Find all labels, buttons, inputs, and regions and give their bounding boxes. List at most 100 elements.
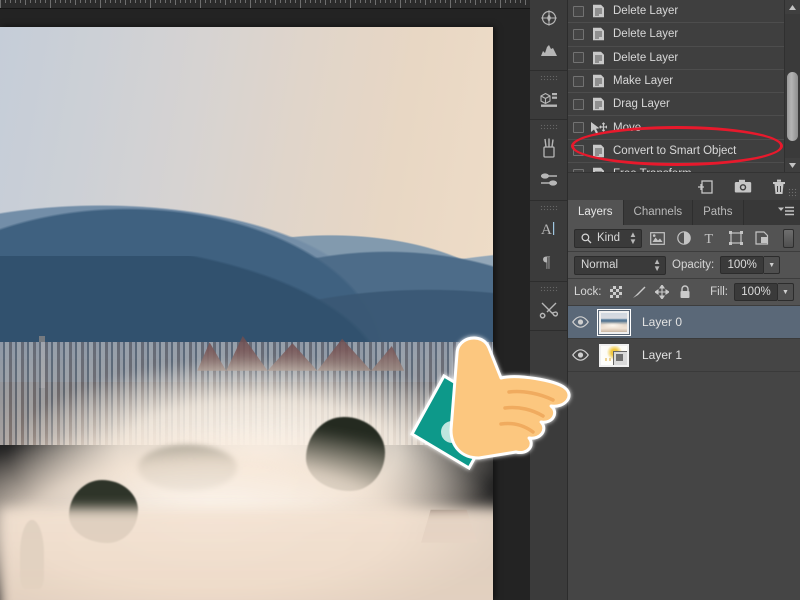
- history-state-row[interactable]: Drag Layer: [568, 93, 784, 116]
- fill-label: Fill:: [710, 286, 728, 298]
- panel-menu-icon[interactable]: [778, 206, 794, 218]
- history-state-checkbox[interactable]: [573, 122, 584, 133]
- history-state-list[interactable]: Delete LayerDelete LayerDelete LayerMake…: [568, 0, 784, 172]
- lock-transparent-pixels-icon[interactable]: [608, 286, 625, 298]
- panel-resize-grip[interactable]: [788, 188, 798, 198]
- filter-pixel-layers-icon[interactable]: [648, 232, 668, 245]
- history-state-row[interactable]: Free Transform: [568, 163, 784, 172]
- history-state-checkbox[interactable]: [573, 29, 584, 40]
- layer-row[interactable]: Layer 0: [568, 306, 800, 339]
- filter-adjustment-layers-icon[interactable]: [674, 231, 694, 245]
- document-icon: [588, 4, 608, 18]
- layer-list[interactable]: Layer 0 Layer 1: [568, 306, 800, 372]
- fill-value[interactable]: 100%: [734, 283, 778, 301]
- scroll-up-arrow-icon[interactable]: [785, 0, 800, 14]
- svg-text:A: A: [541, 222, 552, 238]
- layer-thumbnail-wrap[interactable]: [592, 344, 636, 367]
- dock-group-brushes: [530, 120, 567, 201]
- layer-filter-toggle[interactable]: [783, 229, 794, 248]
- pointing-hand-cursor: [405, 312, 580, 492]
- history-state-checkbox[interactable]: [573, 52, 584, 63]
- filter-type-layers-icon[interactable]: T: [700, 231, 720, 245]
- history-state-checkbox[interactable]: [573, 145, 584, 156]
- blend-mode-select[interactable]: Normal ▲▼: [574, 256, 666, 275]
- new-document-from-state-button[interactable]: [697, 179, 714, 195]
- dock-grip[interactable]: [540, 75, 558, 81]
- blend-mode-value: Normal: [581, 259, 618, 271]
- dock-grip[interactable]: [540, 205, 558, 211]
- history-state-row[interactable]: Convert to Smart Object: [568, 140, 784, 163]
- lock-label: Lock:: [574, 286, 602, 298]
- brushes-icon[interactable]: [530, 132, 568, 164]
- dock-group-navigator: [530, 0, 567, 71]
- history-state-label: Drag Layer: [613, 98, 670, 110]
- svg-text:T: T: [704, 232, 713, 245]
- layer-name-label: Layer 0: [642, 315, 682, 329]
- document-canvas-area[interactable]: [0, 0, 530, 600]
- opacity-value[interactable]: 100%: [720, 256, 764, 274]
- history-state-row[interactable]: Delete Layer: [568, 0, 784, 23]
- dock-group-type: A ¶: [530, 201, 567, 282]
- magnifier-icon: [581, 233, 592, 244]
- move-tool-icon: [588, 121, 608, 135]
- tab-paths[interactable]: Paths: [693, 200, 743, 225]
- history-state-label: Delete Layer: [613, 5, 678, 17]
- history-state-row[interactable]: Delete Layer: [568, 47, 784, 70]
- opacity-label: Opacity:: [672, 259, 714, 271]
- history-state-row[interactable]: Delete Layer: [568, 23, 784, 46]
- scrollbar-thumb[interactable]: [787, 72, 798, 141]
- history-state-label: Delete Layer: [613, 28, 678, 40]
- filter-shape-layers-icon[interactable]: [726, 231, 746, 245]
- history-state-checkbox[interactable]: [573, 6, 584, 17]
- layer-kind-select[interactable]: Kind ▲▼: [574, 229, 642, 248]
- character-icon[interactable]: A: [530, 213, 568, 245]
- history-state-checkbox[interactable]: [573, 99, 584, 110]
- stepper-arrows-icon[interactable]: ▲▼: [653, 258, 661, 272]
- paragraph-icon[interactable]: ¶: [530, 245, 568, 277]
- history-state-label: Move: [613, 122, 641, 134]
- fill-dropdown-arrow-icon[interactable]: ▼: [778, 283, 794, 301]
- dock-group-3d: [530, 71, 567, 120]
- document-icon: [588, 74, 608, 88]
- history-state-checkbox[interactable]: [573, 76, 584, 87]
- lock-image-pixels-icon[interactable]: [631, 286, 648, 299]
- dock-grip[interactable]: [540, 286, 558, 292]
- layer-kind-value: Kind: [597, 232, 620, 244]
- filter-smart-objects-icon[interactable]: [752, 231, 772, 245]
- svg-text:¶: ¶: [543, 254, 551, 270]
- smart-object-badge-icon: [613, 351, 628, 366]
- new-snapshot-button[interactable]: [734, 179, 752, 194]
- history-panel: Delete LayerDelete LayerDelete LayerMake…: [568, 0, 800, 200]
- scrollbar-track[interactable]: [785, 14, 800, 158]
- scroll-down-arrow-icon[interactable]: [785, 158, 800, 172]
- history-button-bar: [568, 172, 800, 200]
- lock-row: Lock: Fill: 100% ▼: [568, 279, 800, 306]
- image-fog-lower: [0, 508, 493, 600]
- layer-name-label: Layer 1: [642, 348, 682, 362]
- collapsed-panel-dock: A ¶: [530, 0, 568, 600]
- document-icon: [588, 97, 608, 111]
- lock-position-icon[interactable]: [654, 285, 671, 299]
- lock-all-icon[interactable]: [677, 285, 694, 299]
- photoshop-window: A ¶ Delete LayerDelete Laye: [0, 0, 800, 600]
- dock-grip[interactable]: [540, 124, 558, 130]
- layer-row[interactable]: Layer 1: [568, 339, 800, 372]
- layer-thumbnail[interactable]: [599, 344, 629, 367]
- history-state-row[interactable]: Make Layer: [568, 70, 784, 93]
- history-state-row[interactable]: Move: [568, 116, 784, 139]
- delete-state-button[interactable]: [772, 179, 786, 195]
- 3d-icon[interactable]: [530, 83, 568, 115]
- right-panel-column: Delete LayerDelete LayerDelete LayerMake…: [568, 0, 800, 600]
- histogram-icon[interactable]: [530, 34, 568, 66]
- opacity-dropdown-arrow-icon[interactable]: ▼: [764, 256, 780, 274]
- panel-tab-bar: LayersChannelsPaths: [568, 200, 800, 225]
- history-scrollbar[interactable]: [784, 0, 800, 172]
- blend-opacity-row: Normal ▲▼ Opacity: 100% ▼: [568, 252, 800, 279]
- layer-thumbnail[interactable]: [599, 311, 629, 334]
- stepper-arrows-icon[interactable]: ▲▼: [629, 231, 637, 245]
- tab-channels[interactable]: Channels: [624, 200, 694, 225]
- navigator-icon[interactable]: [530, 2, 568, 34]
- adjustments-icon[interactable]: [530, 164, 568, 196]
- layer-thumbnail-wrap[interactable]: [592, 311, 636, 334]
- tab-layers[interactable]: Layers: [568, 200, 624, 225]
